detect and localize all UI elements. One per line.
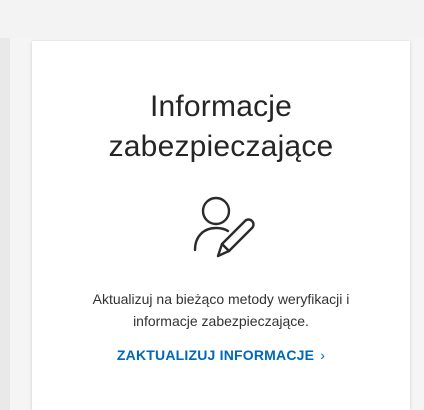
card-description: Aktualizuj na bieżąco metody weryfikacji… <box>50 288 392 332</box>
update-info-link-label[interactable]: ZAKTUALIZUJ INFORMACJE <box>117 347 314 363</box>
left-card-edge <box>0 38 10 410</box>
chevron-right-icon: › <box>320 347 326 363</box>
card-title-line2: zabezpieczające <box>108 130 334 163</box>
card-title: Informacje zabezpieczające <box>32 87 410 167</box>
top-band <box>0 0 424 38</box>
update-info-link[interactable]: ZAKTUALIZUJ INFORMACJE › <box>32 345 410 365</box>
user-edit-icon <box>32 193 410 265</box>
security-info-card: Informacje zabezpieczające Aktualizuj na… <box>32 41 410 410</box>
page: Informacje zabezpieczające Aktualizuj na… <box>0 0 424 410</box>
description-line1: Aktualizuj na bieżąco metody weryfikacji… <box>92 291 350 307</box>
description-line2: informacje zabezpieczające. <box>133 313 309 329</box>
card-title-line1: Informacje <box>149 90 293 123</box>
